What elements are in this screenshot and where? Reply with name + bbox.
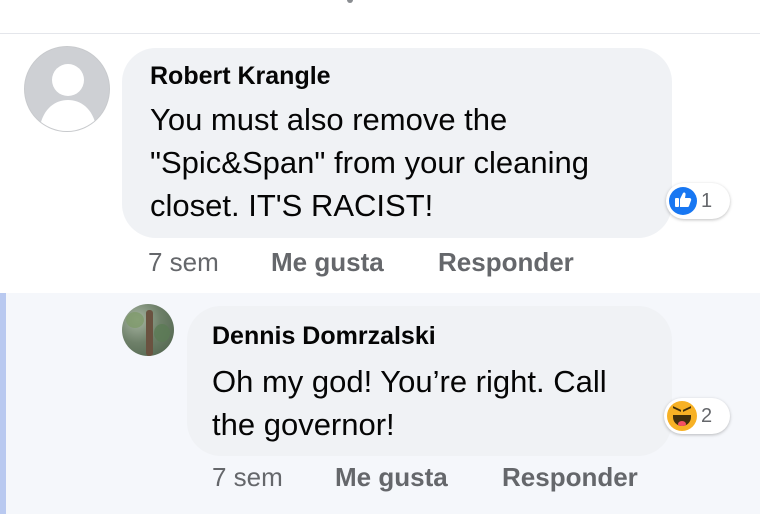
- comment-author[interactable]: Robert Krangle: [150, 62, 331, 91]
- reply-button[interactable]: Responder: [502, 462, 638, 493]
- reaction-summary[interactable]: 2: [664, 398, 730, 434]
- comment-timestamp[interactable]: 7 sem: [148, 247, 219, 278]
- haha-icon: [667, 401, 697, 431]
- reply-button[interactable]: Responder: [438, 247, 574, 278]
- top-strip: [0, 0, 760, 33]
- divider: [0, 33, 760, 34]
- reaction-count: 2: [701, 404, 713, 427]
- comment-text: You must also remove the "Spic&Span" fro…: [150, 102, 590, 223]
- reaction-count: 1: [701, 189, 713, 212]
- reaction-summary[interactable]: 1: [666, 183, 730, 219]
- comment-author[interactable]: Dennis Domrzalski: [212, 322, 436, 351]
- avatar[interactable]: [122, 304, 174, 356]
- avatar-default-icon[interactable]: [24, 46, 110, 132]
- like-icon: [669, 187, 697, 215]
- comment-timestamp[interactable]: 7 sem: [212, 462, 283, 493]
- reply-thread-bar: [0, 293, 6, 514]
- like-button[interactable]: Me gusta: [335, 462, 448, 493]
- like-button[interactable]: Me gusta: [271, 247, 384, 278]
- comment-text: Oh my god! You’re right. Call the govern…: [212, 364, 607, 442]
